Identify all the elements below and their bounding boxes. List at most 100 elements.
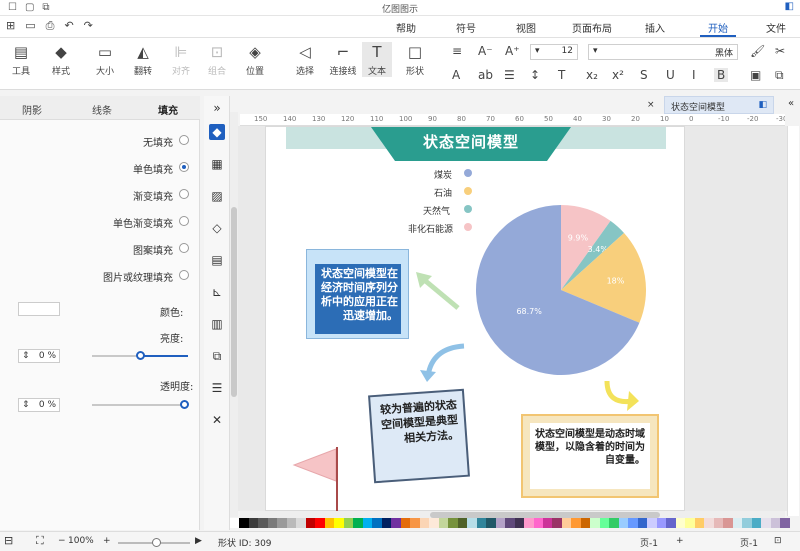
tool-tools[interactable]: ▤ 工具 <box>6 42 36 77</box>
palette-swatch[interactable] <box>429 518 439 528</box>
palette-swatch[interactable] <box>334 518 344 528</box>
palette-swatch[interactable] <box>514 518 525 528</box>
pie-chart[interactable]: 9.9%3.4%18%68.7% <box>476 205 646 375</box>
text-case-icon[interactable]: T <box>558 68 565 82</box>
tool-flip[interactable]: ◭ 翻转 <box>128 42 158 77</box>
palette-swatch[interactable] <box>656 518 667 528</box>
menu-help[interactable]: 帮助 <box>396 20 416 35</box>
fit-icon[interactable]: ✕ <box>209 412 225 428</box>
zoom-out-icon[interactable]: − <box>58 536 66 546</box>
palette-swatch[interactable] <box>542 518 553 528</box>
fill-option-mono-gradient[interactable]: 单色渐变填充 <box>20 215 189 230</box>
font-color-icon[interactable]: A <box>452 68 460 82</box>
text-card-note[interactable]: 较为普遍的状态空间模型是典型相关方法。 <box>368 388 470 484</box>
radio-gradient[interactable] <box>179 189 189 199</box>
underline-icon[interactable]: U <box>666 68 675 82</box>
fit-page-icon[interactable]: ⊟ <box>4 534 13 547</box>
fill-option-picture[interactable]: 图片或纹理填充 <box>20 269 189 284</box>
palette-swatch[interactable] <box>713 518 724 528</box>
align-left-icon[interactable]: ≡ <box>452 44 462 58</box>
cut-icon[interactable]: ✂ <box>775 44 785 58</box>
brightness-knob[interactable] <box>136 351 145 360</box>
radio-none[interactable] <box>179 135 189 145</box>
document-tab[interactable]: × 状态空间模型 ◧ <box>647 96 774 114</box>
text-background-icon[interactable]: ab <box>478 68 493 82</box>
palette-swatch[interactable] <box>571 518 581 528</box>
panel-scrollbar[interactable] <box>230 112 238 517</box>
palette-swatch[interactable] <box>248 518 259 528</box>
palette-swatch[interactable] <box>533 518 543 528</box>
copy-icon[interactable]: ⧉ <box>775 68 784 83</box>
palette-swatch[interactable] <box>761 518 771 528</box>
palette-swatch[interactable] <box>410 518 420 528</box>
palette-swatch[interactable] <box>495 518 506 528</box>
palette-swatch[interactable] <box>391 518 401 528</box>
open-icon[interactable]: ⊞ <box>6 19 15 33</box>
palette-swatch[interactable] <box>476 518 487 528</box>
palette-swatch[interactable] <box>286 518 297 528</box>
drawing-page[interactable]: 状态空间模型 煤炭 石油 天然气 非化石能源 9.9% 3.4% 18% 68.7% … <box>265 126 685 513</box>
menu-symbols[interactable]: 符号 <box>456 20 476 35</box>
format-painter-icon[interactable]: 🖌 <box>750 44 765 58</box>
palette-swatch[interactable] <box>609 518 619 528</box>
palette-swatch[interactable] <box>362 518 373 528</box>
brightness-slider[interactable] <box>92 351 188 360</box>
zoom-in-icon[interactable]: + <box>103 536 111 546</box>
palette-swatch[interactable] <box>704 518 714 528</box>
tab-fill[interactable]: 填充 <box>158 102 178 117</box>
palette-swatch[interactable] <box>258 518 268 528</box>
radio-solid[interactable] <box>179 162 189 172</box>
transparency-slider[interactable] <box>92 400 189 409</box>
transparency-input[interactable]: ⇕ 0 % <box>18 398 60 412</box>
palette-swatch[interactable] <box>694 518 705 528</box>
palette-swatch[interactable] <box>599 518 610 528</box>
chart-icon[interactable]: ⊾ <box>209 284 225 300</box>
transparency-knob[interactable] <box>180 400 189 409</box>
paste-icon[interactable]: ▣ <box>750 68 761 82</box>
fill-option-solid[interactable]: 单色填充 <box>20 161 189 176</box>
library-icon[interactable]: ⧉ <box>209 348 225 364</box>
fill-option-pattern[interactable]: 图案填充 <box>20 242 189 257</box>
palette-swatch[interactable] <box>580 518 591 528</box>
undo-icon[interactable]: ↶ <box>64 19 73 33</box>
collapse-panel-icon[interactable]: » <box>209 100 225 116</box>
radio-mono-gradient[interactable] <box>179 216 189 226</box>
palette-swatch[interactable] <box>239 518 249 528</box>
tool-style[interactable]: ◆ 样式 <box>46 42 76 77</box>
palette-swatch[interactable] <box>647 518 657 528</box>
tab-line[interactable]: 线条 <box>92 102 112 117</box>
superscript-icon[interactable]: x² <box>612 68 624 82</box>
list-icon[interactable]: ☰ <box>209 380 225 396</box>
palette-swatch[interactable] <box>742 518 752 528</box>
palette-swatch[interactable] <box>770 518 781 528</box>
menu-view[interactable]: 视图 <box>516 20 536 35</box>
font-shrink-icon[interactable]: A⁻ <box>478 44 493 58</box>
palette-swatch[interactable] <box>561 518 572 528</box>
menu-page-layout[interactable]: 页面布局 <box>572 20 612 35</box>
palette-swatch[interactable] <box>457 518 468 528</box>
page-indicator-right[interactable]: 页-1 <box>740 536 758 549</box>
text-card-orange[interactable]: 状态空间模型是动态时域模型，以隐含着的时间为自变量。 <box>521 414 659 498</box>
palette-swatch[interactable] <box>751 518 762 528</box>
font-name-select[interactable]: 黑体 ▾ <box>588 44 738 60</box>
table-icon[interactable]: ▥ <box>209 316 225 332</box>
palette-swatch[interactable] <box>618 518 629 528</box>
palette-swatch[interactable] <box>419 518 430 528</box>
fullscreen-icon[interactable]: ⛶ <box>36 534 44 548</box>
palette-swatch[interactable] <box>590 518 600 528</box>
page-indicator-left[interactable]: 页-1 <box>640 536 658 549</box>
zoom-slider[interactable] <box>118 538 190 547</box>
bullets-icon[interactable]: ☰ <box>504 68 515 82</box>
palette-swatch[interactable] <box>353 518 363 528</box>
save-icon[interactable]: ▭ <box>25 19 35 33</box>
palette-swatch[interactable] <box>628 518 638 528</box>
tool-select[interactable]: ◁ 选择 <box>290 42 320 77</box>
palette-swatch[interactable] <box>780 518 790 528</box>
tool-connector[interactable]: ⌐ 连接线 <box>328 42 358 77</box>
palette-swatch[interactable] <box>372 518 382 528</box>
zoom-level[interactable]: 100% <box>68 536 94 546</box>
tool-align[interactable]: ⊫ 对齐 <box>166 42 196 77</box>
palette-swatch[interactable] <box>637 518 648 528</box>
palette-swatch[interactable] <box>305 518 316 528</box>
palette-swatch[interactable] <box>723 518 733 528</box>
